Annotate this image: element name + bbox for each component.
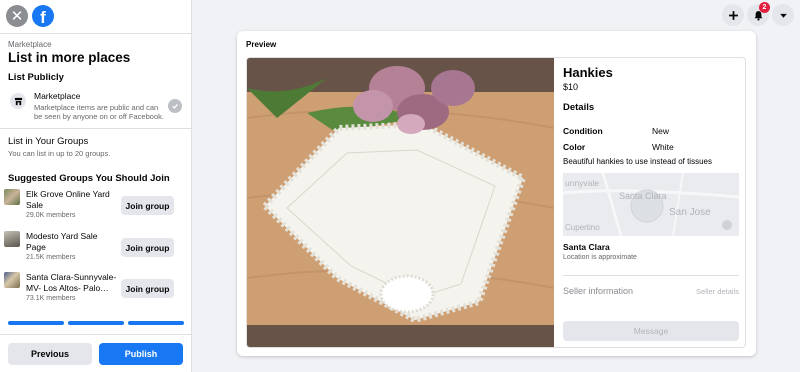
message-button[interactable]: Message [563,321,739,341]
checkmark-icon[interactable] [168,99,182,113]
preview-label: Preview [246,40,277,49]
seller-divider [563,275,739,276]
suggested-groups-title: Suggested Groups You Should Join [8,173,170,184]
condition-value: New [652,126,670,136]
group-name[interactable]: Modesto Yard Sale Page [26,231,116,253]
section-divider [0,128,191,129]
item-price: $10 [563,82,579,92]
seller-details-link[interactable]: Seller details [696,287,739,296]
plus-icon [728,10,738,20]
notification-badge: 2 [759,2,770,13]
top-icons: ✕ f [6,5,54,27]
publish-button[interactable]: Publish [99,343,183,365]
close-icon[interactable]: ✕ [6,5,28,27]
breadcrumb[interactable]: Marketplace [8,40,184,49]
group-text: Santa Clara-Sunnyvale-MV- Los Altos- Pal… [26,272,118,302]
previous-button[interactable]: Previous [8,343,92,365]
map-label-santa-clara: Santa Clara [619,191,667,201]
group-members: 21.5K members [26,254,76,261]
listing-preview: Hankies $10 Details Condition New Color … [246,57,746,348]
sidebar: ✕ f Marketplace List in more places List… [0,0,192,372]
group-thumbnail[interactable] [4,189,20,205]
group-name[interactable]: Santa Clara-Sunnyvale-MV- Los Altos- Pal… [26,272,118,294]
condition-label: Condition [563,126,603,136]
caret-down-icon [779,13,787,18]
group-members: 73.1K members [26,295,76,302]
facebook-logo-icon[interactable]: f [32,5,54,27]
progress-bar [8,321,184,325]
map-label-cupertino: Cupertino [565,223,600,232]
join-group-button[interactable]: Join group [121,196,174,215]
marketplace-option[interactable]: Marketplace Marketplace items are public… [8,91,184,121]
header-divider [0,33,191,34]
item-description: Beautiful hankies to use instead of tiss… [563,157,712,166]
listing-photo [247,58,554,347]
group-name[interactable]: Elk Grove Online Yard Sale [26,189,116,211]
create-button[interactable] [722,4,744,26]
group-text: Elk Grove Online Yard Sale 29.0K members [26,189,116,219]
footer-divider [0,334,191,335]
group-thumbnail[interactable] [4,272,20,288]
storefront-icon [10,93,26,109]
color-label: Color [563,142,586,152]
progress-segment [128,321,184,325]
location-note: Location is approximate [563,254,637,261]
listing-details: Hankies $10 Details Condition New Color … [563,58,739,347]
page-title: List in more places [8,50,131,65]
item-title: Hankies [563,65,613,80]
progress-segment [68,321,124,325]
color-value: White [652,142,674,152]
marketplace-title: Marketplace [34,91,81,101]
groups-section: List in Your Groups You can list in up t… [8,136,184,184]
progress-segment [8,321,64,325]
location-map[interactable]: unnyvale Santa Clara San Jose Cupertino [563,173,739,236]
group-text: Modesto Yard Sale Page 21.5K members [26,231,116,261]
seller-heading: Seller information [563,286,634,296]
join-group-button[interactable]: Join group [121,238,174,257]
map-label-sunnyvale: unnyvale [565,178,600,188]
group-members: 29.0K members [26,212,76,219]
sidebar-content: Marketplace List in more places List Pub… [8,40,184,121]
join-group-button[interactable]: Join group [121,279,174,298]
marketplace-description: Marketplace items are public and can be … [34,103,164,121]
preview-card: Preview Hankies $10 Details Condition Ne… [237,31,756,356]
groups-title: List in Your Groups [8,136,89,147]
map-label-san-jose: San Jose [669,207,711,218]
marketplace-text: Marketplace Marketplace items are public… [34,91,164,121]
groups-subtitle: You can list in up to 20 groups. [8,149,111,158]
details-heading: Details [563,102,595,113]
location-name: Santa Clara [563,242,610,252]
list-publicly-heading: List Publicly [8,72,64,83]
account-menu-button[interactable] [772,4,794,26]
group-thumbnail[interactable] [4,231,20,247]
hankie-image [247,58,554,347]
